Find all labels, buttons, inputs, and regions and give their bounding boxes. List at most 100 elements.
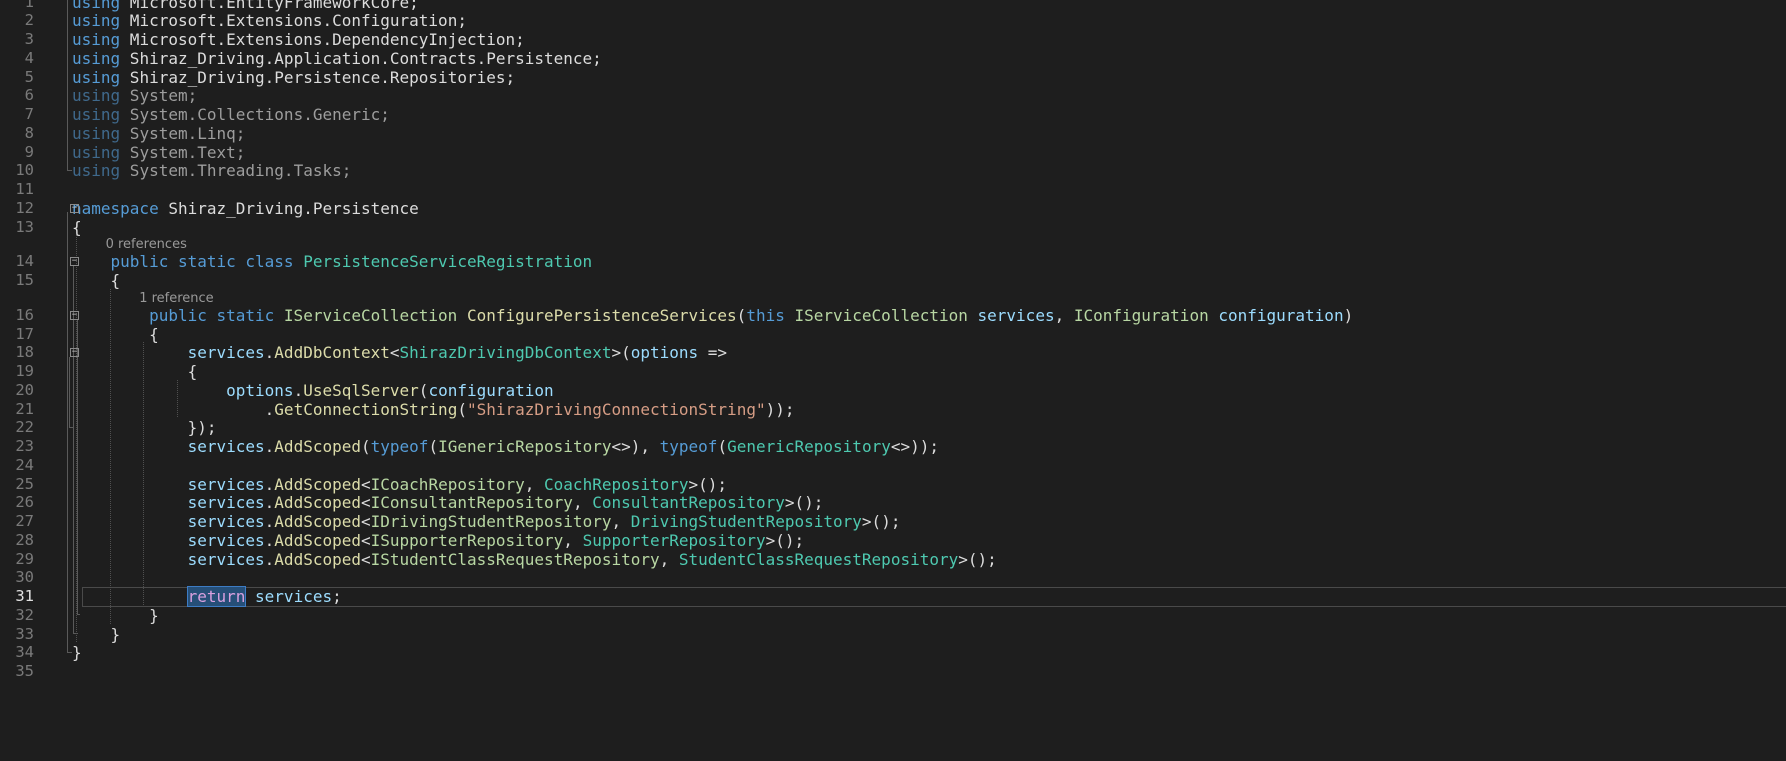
code-token: using (72, 11, 121, 31)
code-token: AddDbContext (274, 343, 390, 363)
code-token: System.Linq; (120, 123, 246, 143)
code-token: services (187, 549, 265, 569)
code-token: ( (361, 437, 371, 456)
code-token: options (630, 343, 699, 363)
code-token: . (264, 549, 275, 569)
code-token: public static class (72, 252, 304, 272)
code-token: System; (120, 86, 198, 106)
code-token: SupporterRepository (582, 530, 766, 550)
code-token: < (361, 549, 371, 569)
code-token: ; (332, 587, 342, 606)
code-token: Shiraz_Driving.Persistence.Repositories; (120, 67, 516, 87)
code-token: => (698, 343, 728, 363)
code-token: services (187, 493, 265, 513)
code-token: AddScoped (274, 512, 361, 531)
code-line[interactable]: 35 (0, 661, 1786, 682)
code-text[interactable]: { (72, 217, 82, 238)
code-token: Microsoft.Extensions.Configuration; (120, 11, 467, 31)
code-token: UseSqlServer (303, 380, 419, 400)
code-token: AddScoped (274, 493, 361, 513)
code-token: using (72, 142, 121, 162)
code-token: . (264, 530, 275, 550)
code-token: this (746, 305, 785, 325)
code-token: <>)); (890, 437, 940, 456)
line-number: 15 (15, 271, 34, 289)
code-line[interactable]: 13 { (0, 217, 1786, 238)
code-token: ICoachRepository (370, 474, 525, 494)
code-token: System.Threading.Tasks; (120, 161, 352, 181)
code-token: < (361, 493, 371, 513)
code-token: services (255, 587, 333, 606)
code-token: . (264, 343, 275, 363)
collapse-icon[interactable]: − (70, 257, 79, 267)
code-token: , (572, 493, 593, 513)
code-token: System.Text; (120, 142, 246, 162)
code-token: ) (1343, 305, 1354, 325)
code-token: AddScoped (274, 530, 361, 550)
code-token: , (563, 530, 583, 550)
code-token: . (264, 474, 275, 494)
code-token: < (389, 343, 400, 363)
code-token: , (524, 474, 545, 494)
code-token: AddScoped (274, 549, 361, 569)
code-token: using (72, 67, 121, 87)
code-text[interactable]: { (72, 270, 121, 291)
code-token: services (187, 474, 265, 494)
code-token: options (226, 380, 294, 400)
code-token: ( (457, 399, 467, 419)
code-token: AddScoped (274, 474, 361, 494)
code-token: IConsultantRepository (370, 493, 573, 513)
code-token: } (72, 624, 121, 644)
code-token: } (72, 605, 159, 625)
code-token: >(); (688, 474, 728, 494)
collapse-icon[interactable]: − (70, 203, 79, 213)
code-token: { (72, 362, 198, 381)
code-editor[interactable]: 1 using Microsoft.EntityFrameworkCore; 2 us… (0, 0, 1786, 761)
code-token: } (72, 643, 82, 663)
code-token: . (293, 380, 304, 400)
collapse-icon[interactable]: − (70, 348, 79, 358)
code-token: "ShirazDrivingConnectionString" (466, 399, 766, 419)
code-token: IDrivingStudentRepository (370, 512, 612, 531)
line-number: 35 (15, 662, 34, 680)
code-token: ConsultantRepository (592, 493, 785, 513)
code-token: ( (736, 305, 747, 325)
code-token: , (1054, 305, 1074, 325)
code-token: typeof (370, 437, 429, 456)
code-token: < (361, 512, 371, 531)
code-token: using (72, 30, 121, 49)
line-number: 13 (15, 217, 34, 236)
code-token: ( (428, 437, 439, 456)
collapse-icon[interactable]: − (70, 310, 79, 320)
code-token: using (72, 48, 121, 68)
code-token: services (187, 437, 265, 456)
code-token: { (72, 324, 159, 344)
code-token: typeof (659, 437, 718, 456)
code-token: . (264, 437, 275, 456)
code-token: CoachRepository (544, 474, 689, 494)
code-token: ShirazDrivingDbContext (399, 343, 612, 363)
code-token: IServiceCollection (283, 305, 458, 325)
code-token: >(); (784, 493, 824, 513)
code-token: Shiraz_Driving.Application.Contracts.Per… (120, 48, 602, 68)
code-token: configuration (428, 380, 554, 400)
code-line[interactable]: 15 { (0, 270, 1786, 291)
code-token: using (72, 105, 121, 124)
code-token: >(); (861, 512, 901, 531)
code-token: using (72, 86, 121, 106)
code-token: configuration (1218, 305, 1344, 325)
code-token: , (611, 512, 631, 531)
code-token: ( (717, 437, 728, 456)
code-token: services (187, 530, 265, 550)
